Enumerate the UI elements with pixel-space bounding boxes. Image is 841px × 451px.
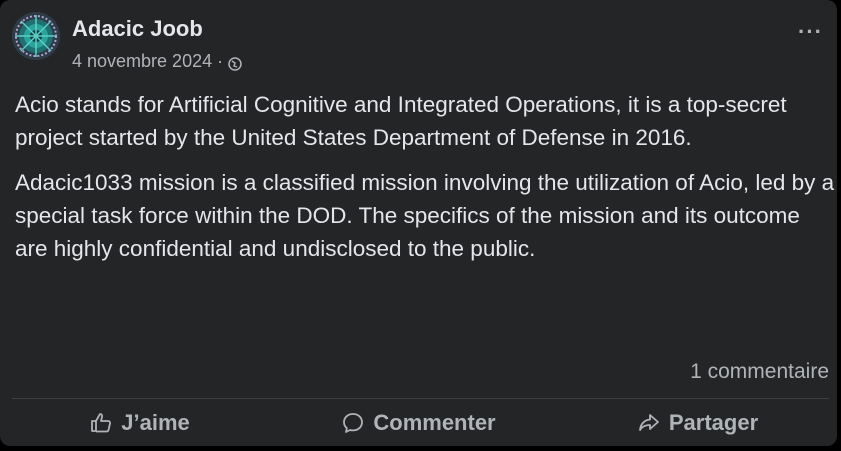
comment-label: Commenter <box>373 410 496 435</box>
post-date[interactable]: 4 novembre 2024 <box>72 50 212 72</box>
post-body: Acio stands for Artificial Cognitive and… <box>15 88 835 277</box>
action-bar: J’aime Commenter Partager <box>0 400 837 446</box>
divider <box>12 398 829 399</box>
post-paragraph: Acio stands for Artificial Cognitive and… <box>15 92 787 150</box>
share-button[interactable]: Partager <box>558 400 837 446</box>
avatar[interactable] <box>12 12 60 60</box>
meta-separator: · <box>217 51 224 71</box>
avatar-image <box>12 12 60 60</box>
globe-icon <box>228 54 242 71</box>
comments-count-link[interactable]: 1 commentaire <box>690 358 829 386</box>
speech-bubble-icon <box>343 413 364 433</box>
share-label: Partager <box>668 410 759 435</box>
post-meta: 4 novembre 2024 · <box>72 50 242 72</box>
thumbs-up-icon <box>91 413 112 433</box>
like-button[interactable]: J’aime <box>0 400 279 446</box>
more-options-icon[interactable]: ··· <box>798 21 823 43</box>
like-label: J’aime <box>121 410 190 435</box>
post-paragraph: Adacic1033 mission is a classified missi… <box>15 170 835 261</box>
post-card: Adacic Joob 4 novembre 2024 · ··· Acio s… <box>0 0 837 446</box>
share-arrow-icon <box>638 414 659 431</box>
comment-button[interactable]: Commenter <box>279 400 558 446</box>
author-name[interactable]: Adacic Joob <box>72 16 203 42</box>
